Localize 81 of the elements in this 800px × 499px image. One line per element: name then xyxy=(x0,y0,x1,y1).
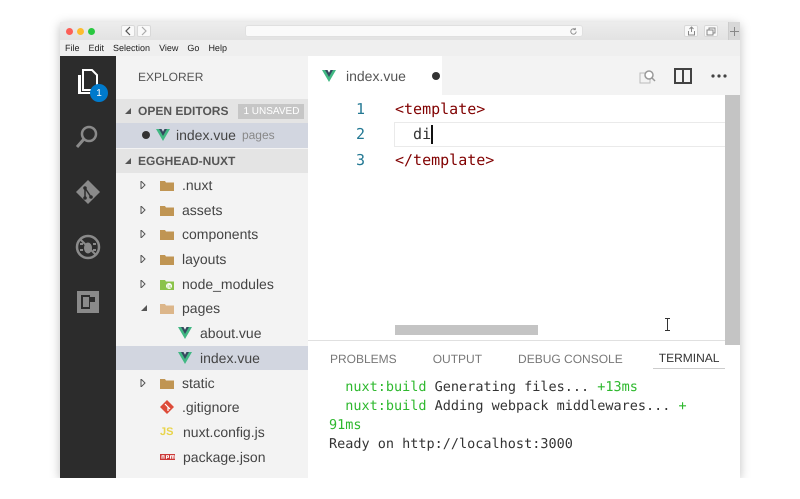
editor-tab[interactable]: index.vue xyxy=(308,56,442,95)
terminal-line: 91ms xyxy=(329,416,363,435)
address-field[interactable] xyxy=(245,25,583,37)
tabs-icon xyxy=(706,26,716,36)
line-number: 1 xyxy=(354,100,366,118)
close-button[interactable] xyxy=(66,28,73,34)
expanded-arrow-icon[interactable] xyxy=(140,304,148,312)
file-tree-item[interactable]: JS nuxt.config.js xyxy=(116,420,308,444)
folder-icon xyxy=(160,204,174,216)
vue-logo-icon xyxy=(178,352,192,364)
debug-icon[interactable] xyxy=(75,234,101,260)
share-icon xyxy=(686,26,696,36)
extensions-icon[interactable] xyxy=(75,289,101,315)
file-tree-item[interactable]: components xyxy=(116,222,308,247)
text-cursor-icon xyxy=(664,318,671,331)
vue-logo-icon xyxy=(178,327,192,340)
line-number: 3 xyxy=(354,150,366,169)
scrollbar[interactable] xyxy=(725,95,740,345)
js-file-icon: JS xyxy=(160,426,175,438)
expanded-arrow-icon[interactable] xyxy=(124,107,132,115)
unsaved-dot-icon xyxy=(142,131,150,140)
vue-logo-icon xyxy=(156,129,170,142)
open-editor-item[interactable]: index.vue pages xyxy=(116,123,308,148)
section-header[interactable]: OPEN EDITORS 1 UNSAVED xyxy=(116,99,308,123)
files-icon[interactable] xyxy=(75,69,101,95)
split-editor-icon[interactable] xyxy=(674,66,692,84)
menu-item[interactable]: Selection xyxy=(112,43,154,53)
git-diamond-icon xyxy=(160,400,174,414)
file-tree-item[interactable]: assets xyxy=(116,197,308,222)
code-line: di xyxy=(394,122,725,147)
expanded-arrow-icon[interactable] xyxy=(124,156,132,165)
file-tree-item[interactable]: layouts xyxy=(116,246,308,272)
folder-icon xyxy=(160,376,174,389)
terminal-line: Ready on http://localhost:3000 xyxy=(329,435,574,454)
new-tab-button[interactable] xyxy=(728,22,740,40)
folder-icon xyxy=(160,228,174,240)
vue-logo-icon xyxy=(322,70,336,82)
file-tree-item[interactable]: static xyxy=(116,370,308,395)
count-badge: 1 xyxy=(90,84,108,102)
file-tree-item[interactable]: .nuxt xyxy=(116,172,308,198)
collapsed-arrow-icon[interactable] xyxy=(140,181,148,190)
collapsed-arrow-icon[interactable] xyxy=(140,280,148,288)
panel-tab[interactable]: OUTPUT xyxy=(426,348,488,368)
folder-icon xyxy=(160,253,174,266)
menu-item[interactable]: Edit xyxy=(88,43,108,53)
panel-tab[interactable]: DEBUG CONSOLE xyxy=(512,348,629,368)
terminal-line: nuxt:build Generating files... +13ms xyxy=(344,378,639,397)
file-tree-item[interactable]: .gitignore xyxy=(116,394,308,420)
chevron-right-icon xyxy=(140,26,148,36)
collapsed-arrow-icon[interactable] xyxy=(140,378,148,387)
unsaved-dot-icon xyxy=(432,72,440,80)
folder-icon xyxy=(160,179,174,192)
scrollbar[interactable] xyxy=(395,325,538,335)
collapsed-arrow-icon[interactable] xyxy=(140,255,148,264)
plus-icon xyxy=(730,26,739,36)
file-tree-item[interactable]: index.vue xyxy=(116,346,308,370)
open-folder-icon xyxy=(160,302,174,314)
git-branch-icon[interactable] xyxy=(75,179,101,205)
file-tree-item[interactable]: about.vue xyxy=(116,320,308,346)
reload-icon[interactable] xyxy=(569,26,578,36)
menu-item[interactable]: File xyxy=(64,43,84,53)
menu-item[interactable]: View xyxy=(158,43,182,53)
menu-item[interactable]: Help xyxy=(207,43,231,53)
sidebar-title: EXPLORER xyxy=(138,70,204,84)
collapsed-arrow-icon[interactable] xyxy=(140,206,148,214)
section-header[interactable]: EGGHEAD-NUXT xyxy=(116,148,308,173)
unsaved-badge: 1 UNSAVED xyxy=(238,104,304,118)
line-number: 2 xyxy=(354,125,366,144)
tabs-button[interactable] xyxy=(704,25,718,37)
file-tree-item[interactable]: pages xyxy=(116,296,308,321)
code-line: </template> xyxy=(395,150,494,169)
collapsed-arrow-icon[interactable] xyxy=(140,230,148,238)
share-button[interactable] xyxy=(684,25,698,37)
code-line: <template> xyxy=(395,100,486,118)
terminal-line: nuxt:build Adding webpack middlewares... + xyxy=(344,397,688,416)
chevron-left-icon xyxy=(124,26,132,36)
file-tree-item[interactable]: package.json xyxy=(116,444,308,469)
panel-tab[interactable]: TERMINAL xyxy=(652,347,726,369)
panel-tab[interactable]: PROBLEMS xyxy=(330,348,403,368)
back-button[interactable] xyxy=(121,25,135,37)
menu-item[interactable]: Go xyxy=(186,43,204,53)
